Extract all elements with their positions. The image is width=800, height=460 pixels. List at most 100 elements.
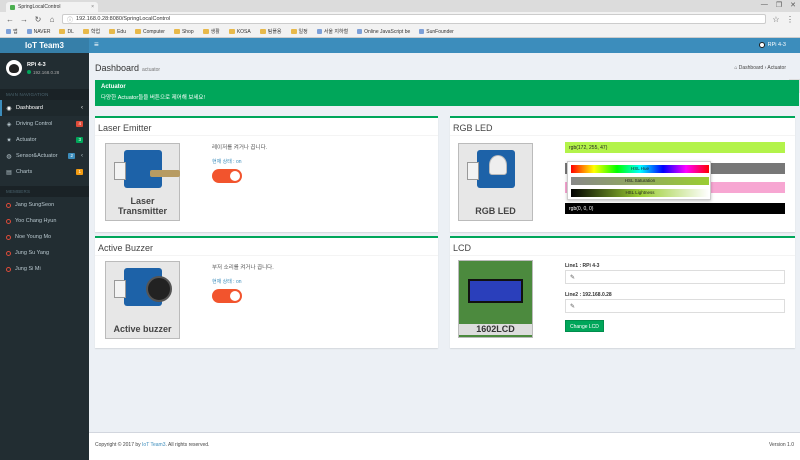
lcd-line1-label: Line1 : RPi 4-3: [565, 263, 600, 269]
team-link[interactable]: IoT Team3: [142, 442, 165, 448]
folder-icon: [109, 29, 116, 34]
lcd-line2-input[interactable]: ✎: [565, 299, 785, 313]
sidebar-member[interactable]: Jang SungSeon: [0, 197, 89, 213]
menu-toggle-icon[interactable]: ≡: [94, 40, 99, 49]
copyright-text: Copyright © 2017 by IoT Team3. All right…: [95, 442, 210, 448]
favicon-icon: [10, 4, 15, 10]
window-controls: — ❐ ✕: [761, 1, 796, 9]
home-icon[interactable]: ⌂: [48, 15, 56, 24]
url-field[interactable]: ⓘ 192.168.0.28:8080/SpringLocalControl: [62, 14, 766, 24]
bookmark-site-icon: [316, 29, 322, 34]
sidebar-item-label: Sensor&Actuator: [16, 153, 58, 159]
sidebar-item-driving-control[interactable]: ◈ Driving Control 4: [0, 116, 89, 132]
browser-menu-icon[interactable]: ⋮: [786, 15, 794, 24]
edit-icon: ✎: [570, 275, 576, 281]
version-text: Version 1.0: [768, 442, 794, 448]
lcd-screen-icon: [468, 279, 523, 303]
bookmark-item[interactable]: Edu: [109, 29, 126, 35]
star-icon[interactable]: ☆: [772, 15, 780, 24]
box-body: 1602LCD Line1 : RPi 4-3 ✎ Line2 : 192.16…: [450, 255, 795, 348]
bookmark-item[interactable]: Online JavaScript be: [357, 29, 410, 35]
lcd-line1-input[interactable]: ✎: [565, 270, 785, 284]
chevron-left-icon: ‹: [81, 153, 83, 159]
count-badge: 4: [76, 121, 83, 127]
bookmark-item[interactable]: NAVER: [26, 29, 50, 35]
navbar-user-menu[interactable]: RPi 4-3: [758, 42, 786, 48]
bookmark-site-icon: [419, 29, 425, 34]
minimize-icon[interactable]: —: [761, 1, 768, 9]
folder-icon: [259, 29, 266, 34]
circle-icon: [6, 234, 11, 240]
bookmark-item[interactable]: Shop: [173, 29, 194, 35]
tab-close-icon[interactable]: ×: [91, 4, 94, 10]
hsl-lightness-slider[interactable]: HSL Lightness: [571, 189, 709, 197]
sidebar-member[interactable]: Yoo Chang Hyun: [0, 213, 89, 229]
circle-icon: [6, 218, 11, 224]
rgb-color-value-bar[interactable]: rgb(172, 255, 47): [565, 142, 785, 153]
bookmark-item[interactable]: 앱: [6, 28, 18, 35]
device-state: 현재 상태 : on: [212, 159, 242, 165]
maximize-icon[interactable]: ❐: [776, 1, 782, 9]
device-state: 현재 상태 : on: [212, 279, 242, 285]
image-caption: RGB LED: [475, 206, 516, 216]
chevron-left-icon: ‹: [81, 105, 83, 111]
sidebar: IoT Team3 RPi 4-3 192.168.0.28 MAIN NAVI…: [0, 38, 89, 460]
laser-emitter-box: Laser Emitter Laser Transmitter 레이저를 켜거나…: [95, 116, 438, 232]
back-icon[interactable]: ←: [6, 15, 14, 24]
count-badge: 3: [76, 137, 83, 143]
bookmark-item[interactable]: DL: [59, 29, 74, 35]
dashboard-icon: ◉: [6, 105, 12, 112]
reload-icon[interactable]: ↻: [34, 15, 42, 24]
sensor-board-icon: [114, 150, 180, 188]
bookmarks-bar: 앱 NAVER DL 학업 Edu Computer Shop 생활 KOSA …: [0, 26, 800, 38]
folder-icon: [173, 29, 180, 34]
sidebar-item-charts[interactable]: ▤ Charts 1: [0, 164, 89, 180]
close-window-icon[interactable]: ✕: [790, 1, 796, 9]
bookmark-item[interactable]: KOSA: [228, 29, 251, 35]
avatar: [6, 60, 22, 76]
image-caption: 1602LCD: [459, 324, 532, 335]
online-dot-icon: [27, 70, 31, 74]
active-buzzer-box: Active Buzzer Active buzzer 부저 소리를 켜거나 끕…: [95, 236, 438, 348]
image-caption: Active buzzer: [113, 324, 172, 334]
breadcrumb[interactable]: ⌂ Dashboard › Actuator: [734, 65, 786, 71]
forward-icon[interactable]: →: [20, 15, 28, 24]
bookmark-item[interactable]: 서울 지하철: [316, 28, 348, 35]
lcd-box: LCD 1602LCD Line1 : RPi 4-3 ✎ Line2 : 19…: [450, 236, 795, 348]
sidebar-item-dashboard[interactable]: ◉ Dashboard ‹: [0, 100, 89, 116]
bookmark-item[interactable]: 학업: [82, 28, 100, 35]
laser-tube-icon: [150, 170, 180, 177]
box-body: RGB LED rgb(172, 255, 47) rgb(0, 0, 0) H…: [450, 135, 795, 232]
sidebar-member[interactable]: Jung Si Mi: [0, 261, 89, 277]
hsl-hue-slider[interactable]: HSL Hue: [571, 165, 709, 173]
sidebar-item-label: Dashboard: [16, 105, 43, 111]
apps-icon: [6, 29, 11, 34]
navbar-user-name: RPi 4-3: [767, 42, 786, 48]
image-caption: Laser Transmitter: [117, 196, 168, 216]
sensor-board-icon: [467, 150, 515, 188]
sidebar-item-label: Driving Control: [16, 121, 53, 127]
box-body: Laser Transmitter 레이저를 켜거나 끕니다. 현재 상태 : …: [95, 135, 438, 232]
brand-logo[interactable]: IoT Team3: [0, 38, 89, 53]
bookmark-item[interactable]: 일정: [290, 28, 308, 35]
sidebar-member[interactable]: Noe Young Mo: [0, 229, 89, 245]
top-navbar: ≡ RPi 4-3: [89, 38, 800, 53]
sidebar-item-actuator[interactable]: ✷ Actuator 3: [0, 132, 89, 148]
sidebar-item-sensor-actuator[interactable]: ◍ Sensor&Actuator 2 ‹: [0, 148, 89, 164]
browser-tab[interactable]: SpringLocalControl ×: [6, 2, 98, 12]
laser-toggle-switch[interactable]: [212, 169, 242, 183]
rgb-output-bar[interactable]: rgb(0, 0, 0): [565, 203, 785, 214]
avatar: [758, 42, 765, 48]
hsl-saturation-slider[interactable]: HSL Saturation: [571, 177, 709, 185]
device-description: 부저 소리를 켜거나 끕니다.: [212, 265, 274, 271]
bookmark-site-icon: [357, 29, 363, 34]
bookmark-item[interactable]: SunFounder: [419, 29, 454, 35]
bookmark-item[interactable]: Computer: [134, 29, 165, 35]
bookmark-item[interactable]: 생활: [202, 28, 220, 35]
change-lcd-button[interactable]: Change LCD: [565, 320, 604, 332]
page-subtitle: actuator: [142, 67, 161, 73]
edit-icon: ✎: [570, 304, 576, 310]
sidebar-member[interactable]: Jung Su Yang: [0, 245, 89, 261]
buzzer-toggle-switch[interactable]: [212, 289, 242, 303]
bookmark-item[interactable]: 팀플용: [259, 28, 282, 35]
